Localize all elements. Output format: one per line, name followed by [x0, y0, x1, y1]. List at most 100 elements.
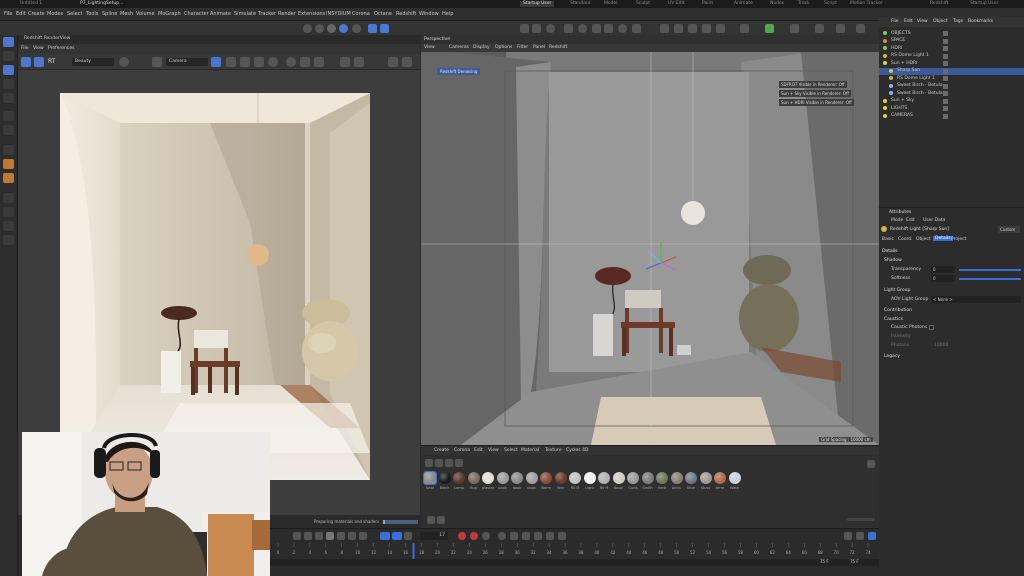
- object-row[interactable]: OBJECTS: [879, 30, 1024, 37]
- material-swatch[interactable]: [670, 472, 683, 484]
- object-row[interactable]: Sweet Birch - Betula: [879, 83, 1024, 90]
- materials-icon[interactable]: [836, 24, 845, 33]
- auto-key-icon[interactable]: [470, 532, 478, 540]
- crop-icon[interactable]: [152, 57, 162, 67]
- menu-item[interactable]: Help: [442, 11, 453, 17]
- menu-item[interactable]: Character: [184, 11, 209, 17]
- key-selection-icon[interactable]: [498, 532, 506, 540]
- menu-item[interactable]: Window: [419, 11, 439, 17]
- material-swatch[interactable]: [627, 472, 639, 484]
- doc-tab[interactable]: P7_LightingSetup...: [80, 1, 123, 7]
- layout-tab[interactable]: Nodes: [770, 1, 784, 7]
- visibility-dots-icon[interactable]: [943, 46, 948, 51]
- menu-item[interactable]: Extensions: [298, 11, 325, 17]
- paint-icon[interactable]: [3, 159, 14, 169]
- menu-item[interactable]: INSYDIUM: [326, 11, 351, 17]
- material-swatch[interactable]: [612, 472, 625, 484]
- playhead[interactable]: [412, 543, 415, 559]
- polygon-pen-icon[interactable]: [3, 111, 14, 121]
- object-row[interactable]: Sun + HDRI: [879, 60, 1024, 67]
- object-row[interactable]: Sweet Birch - Betula: [879, 90, 1024, 97]
- compare-icon[interactable]: [254, 57, 264, 67]
- timeline-ruler[interactable]: 0 2 4 6 8 10 12 14 16 18 20 22 24 26 28 30 32 34 36 38 40 42 4…: [270, 543, 879, 559]
- rotate-tool-icon[interactable]: [315, 24, 324, 33]
- plugin-icon[interactable]: [765, 24, 774, 33]
- aov-dropdown[interactable]: Beauty: [72, 58, 114, 66]
- dopesheet-icon[interactable]: [868, 532, 876, 540]
- material-swatch[interactable]: [540, 472, 552, 484]
- lights-icon[interactable]: [815, 24, 824, 33]
- color-picker-icon[interactable]: [119, 57, 129, 67]
- om-menu-tags[interactable]: Tags: [953, 19, 963, 24]
- tag-icon[interactable]: [740, 24, 749, 33]
- material-swatch[interactable]: [482, 472, 494, 484]
- menu-item[interactable]: Simulate: [234, 11, 256, 17]
- object-row[interactable]: CAMERAS: [879, 113, 1024, 120]
- vp-menu-panel[interactable]: Panel: [533, 45, 545, 50]
- menu-item[interactable]: File: [4, 11, 12, 17]
- pen-icon[interactable]: [604, 24, 613, 33]
- layout-tab[interactable]: Paint: [702, 1, 713, 7]
- vp-menu-cameras[interactable]: Cameras: [449, 45, 469, 50]
- field-icon[interactable]: [674, 24, 683, 33]
- deformer-icon[interactable]: [660, 24, 669, 33]
- softness-slider[interactable]: [959, 278, 1021, 280]
- material-swatch[interactable]: [467, 472, 480, 484]
- scene-icon[interactable]: [688, 24, 697, 33]
- pla-key-icon[interactable]: [558, 532, 566, 540]
- rt-label[interactable]: RT: [48, 58, 55, 65]
- next-key-icon[interactable]: [348, 532, 356, 540]
- menu-item[interactable]: Volume: [136, 11, 155, 17]
- light-icon[interactable]: [716, 24, 725, 33]
- layout-tab[interactable]: UV Edit: [668, 1, 685, 7]
- material-swatch[interactable]: [656, 472, 668, 484]
- material-swatch[interactable]: [728, 472, 741, 484]
- timeline-range-bar[interactable]: [270, 559, 879, 566]
- material-swatch[interactable]: [554, 472, 567, 484]
- visibility-dots-icon[interactable]: [943, 76, 948, 81]
- material-swatch[interactable]: [685, 472, 697, 484]
- tab-coord[interactable]: Coord.: [898, 237, 913, 242]
- om-menu-bookmarks[interactable]: Bookmarks: [968, 19, 993, 24]
- layout-tab[interactable]: Model: [604, 1, 618, 7]
- material-swatch[interactable]: [525, 472, 538, 484]
- visibility-dots-icon[interactable]: [943, 83, 948, 89]
- fit-icon[interactable]: [354, 57, 364, 67]
- live-select-icon[interactable]: [3, 51, 14, 61]
- picture-viewer-icon[interactable]: [564, 24, 573, 33]
- group-shadow[interactable]: Shadow: [884, 258, 902, 263]
- scale-key-icon[interactable]: [534, 532, 542, 540]
- rotate-icon[interactable]: [3, 79, 14, 89]
- layout-tab[interactable]: Standard: [570, 1, 590, 7]
- group-caustics[interactable]: Caustics: [884, 317, 903, 322]
- aov-dropdown[interactable]: < None >: [931, 296, 1021, 303]
- menu-item[interactable]: Animate: [210, 11, 231, 17]
- visibility-dots-icon[interactable]: [943, 113, 948, 119]
- layout-tab[interactable]: Motion Tracker: [850, 1, 883, 7]
- material-swatch[interactable]: [714, 472, 726, 484]
- object-row[interactable]: Sharp Sun: [879, 67, 1024, 75]
- rv-menu-file[interactable]: File: [21, 46, 29, 51]
- softness-field[interactable]: 0: [931, 275, 955, 282]
- material-swatch[interactable]: [453, 472, 465, 484]
- layout-tab[interactable]: Script: [824, 1, 837, 7]
- cube-icon[interactable]: [592, 24, 601, 33]
- lut-icon[interactable]: [300, 57, 310, 67]
- camera-dropdown[interactable]: Camera: [166, 58, 208, 66]
- go-start-icon[interactable]: [293, 532, 301, 540]
- layout-tab[interactable]: Track: [798, 1, 810, 7]
- layout-tab-active[interactable]: Startup User: [520, 1, 555, 7]
- current-frame-field[interactable]: 17: [420, 532, 448, 540]
- timeline-icon[interactable]: [844, 532, 852, 540]
- vp-menu-view[interactable]: View: [424, 45, 435, 50]
- fcurve-icon[interactable]: [856, 532, 864, 540]
- om-menu-file[interactable]: File: [891, 19, 899, 24]
- grid-icon[interactable]: [427, 516, 435, 524]
- visibility-dots-icon[interactable]: [943, 38, 948, 44]
- workplane-icon[interactable]: [3, 235, 14, 245]
- visibility-dots-icon[interactable]: [943, 53, 948, 59]
- exposure-icon[interactable]: [286, 57, 296, 67]
- visibility-dots-icon[interactable]: [943, 61, 948, 66]
- tab-basic[interactable]: Basic: [882, 237, 894, 242]
- position-key-icon[interactable]: [510, 532, 518, 540]
